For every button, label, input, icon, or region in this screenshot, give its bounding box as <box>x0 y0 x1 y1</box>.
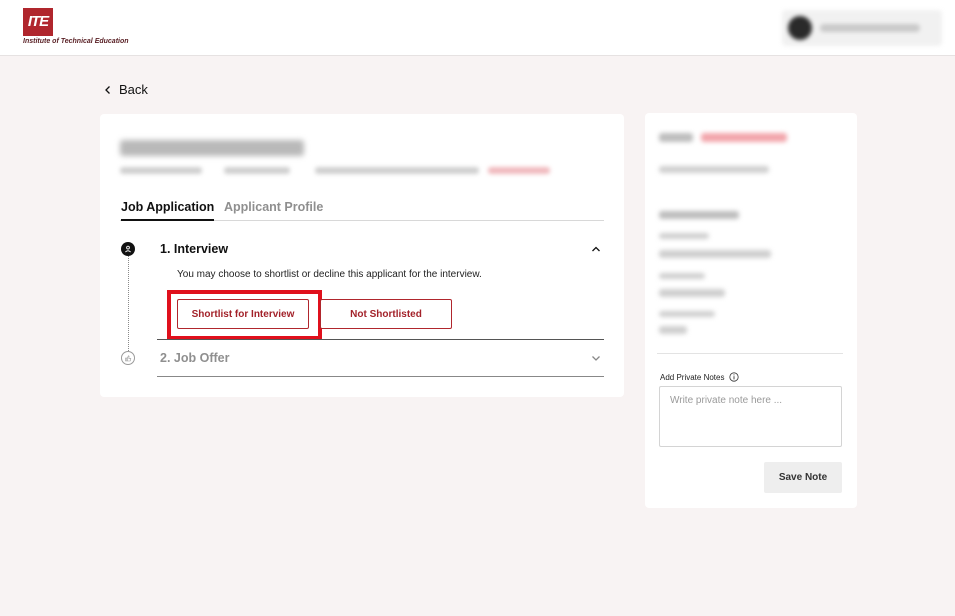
save-note-button[interactable]: Save Note <box>764 462 842 493</box>
tab-bar: Job Application Applicant Profile <box>120 200 604 221</box>
contact-value-blurred <box>659 289 725 297</box>
back-link[interactable]: Back <box>103 82 148 97</box>
step-title-interview[interactable]: 1. Interview <box>160 242 228 256</box>
contact-field-blurred <box>659 311 715 317</box>
contact-heading-blurred <box>659 211 739 219</box>
notes-label-text: Add Private Notes <box>660 372 725 382</box>
info-icon[interactable] <box>729 372 740 382</box>
contact-field-blurred <box>659 233 709 239</box>
step-title-job-offer[interactable]: 2. Job Offer <box>160 351 229 365</box>
job-meta-blurred <box>315 167 479 174</box>
user-menu[interactable] <box>782 10 942 46</box>
section-divider <box>157 339 604 340</box>
side-panel: Add Private Notes Save Note <box>645 113 857 508</box>
user-name-blurred <box>820 24 920 32</box>
step-connector <box>128 249 129 351</box>
interview-description: You may choose to shortlist or decline t… <box>177 269 482 280</box>
tab-applicant-profile[interactable]: Applicant Profile <box>224 200 323 221</box>
private-notes-label: Add Private Notes <box>660 372 740 382</box>
contact-field-blurred <box>659 273 705 279</box>
top-bar: ITE Institute of Technical Education <box>0 0 955 56</box>
section-divider <box>157 376 604 377</box>
status-label-blurred <box>659 133 693 142</box>
contact-value-blurred <box>659 326 687 334</box>
interview-step-icon <box>121 242 135 256</box>
application-card: Job Application Applicant Profile 1. Int… <box>100 114 624 397</box>
chevron-up-icon[interactable] <box>590 243 602 255</box>
ite-logo[interactable]: ITE Institute of Technical Education <box>23 8 153 50</box>
not-shortlisted-button[interactable]: Not Shortlisted <box>320 299 452 329</box>
job-meta-blurred <box>120 167 202 174</box>
side-divider <box>657 353 843 354</box>
logo-mark: ITE <box>23 8 53 36</box>
avatar <box>788 16 812 40</box>
job-title-blurred <box>120 140 304 156</box>
applied-date-blurred <box>659 166 769 173</box>
job-offer-step-icon <box>121 351 135 365</box>
chevron-left-icon <box>105 85 110 94</box>
chevron-down-icon[interactable] <box>590 352 602 364</box>
private-note-textarea[interactable] <box>659 386 842 447</box>
contact-value-blurred <box>659 250 771 258</box>
job-meta-blurred <box>224 167 290 174</box>
tab-job-application[interactable]: Job Application <box>121 200 215 221</box>
status-value-blurred <box>701 133 787 142</box>
shortlist-for-interview-button[interactable]: Shortlist for Interview <box>177 299 309 329</box>
status-blurred <box>488 167 550 174</box>
back-label: Back <box>119 82 148 97</box>
logo-subtitle: Institute of Technical Education <box>23 38 129 45</box>
